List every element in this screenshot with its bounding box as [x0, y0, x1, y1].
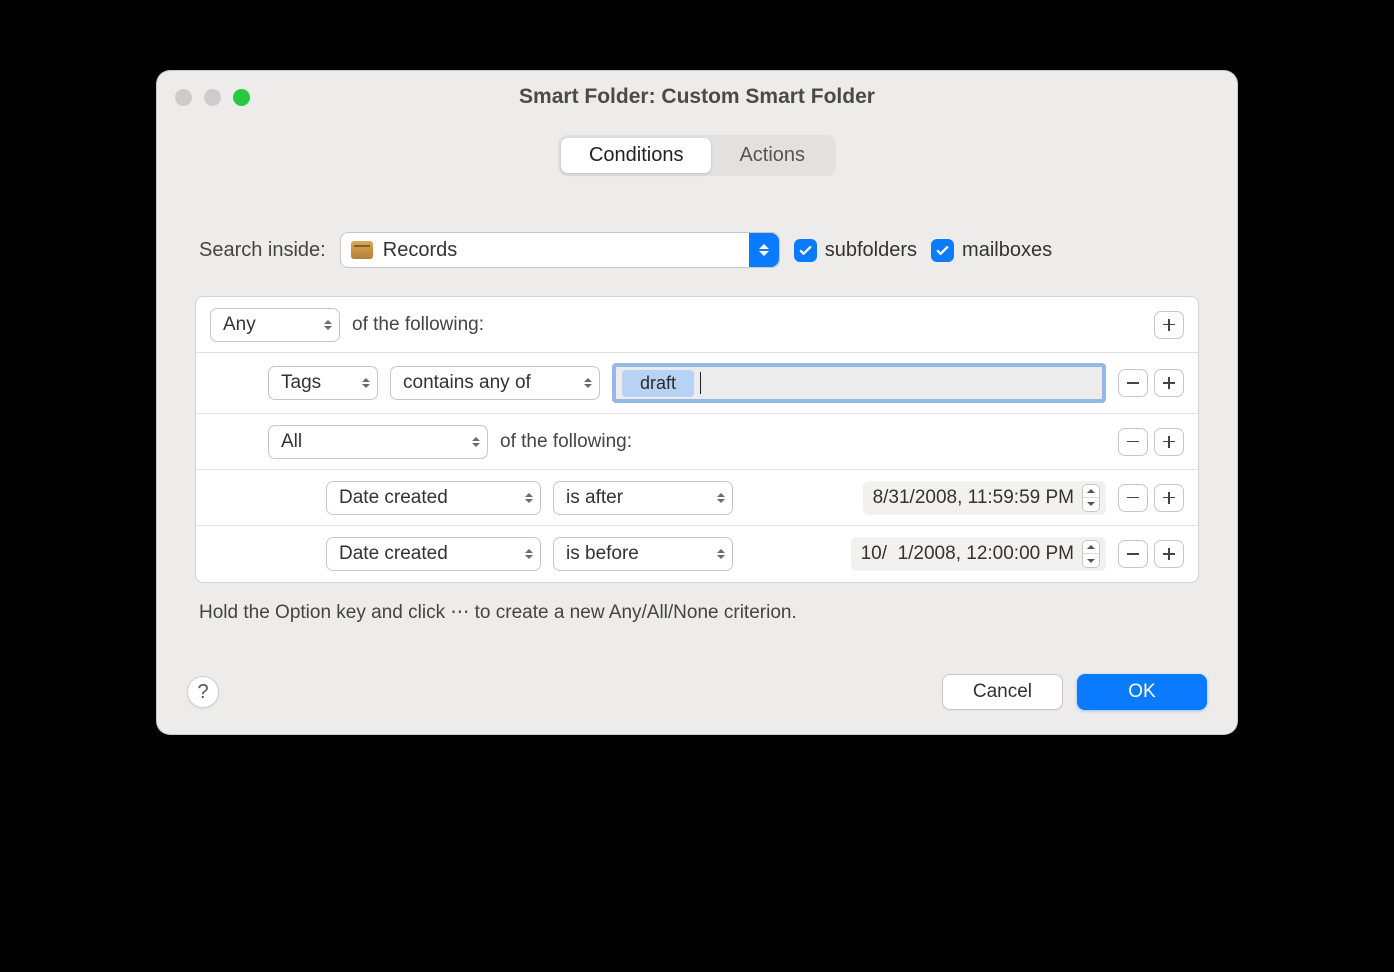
subfolders-label: subfolders: [825, 239, 917, 262]
ok-button[interactable]: OK: [1077, 674, 1207, 710]
rule-operator-popup[interactable]: is before: [553, 537, 733, 571]
date-stepper[interactable]: [1082, 540, 1100, 568]
chevron-updown-icon: [472, 437, 480, 447]
tags-token-field[interactable]: draft: [612, 363, 1106, 403]
stepper-up-icon: [1087, 489, 1095, 493]
date-stepper[interactable]: [1082, 484, 1100, 512]
chevron-updown-icon: [362, 378, 370, 388]
checkmark-icon: [798, 243, 813, 258]
tab-conditions[interactable]: Conditions: [561, 138, 712, 173]
rule-field-popup[interactable]: Tags: [268, 366, 378, 400]
chevron-updown-icon: [525, 493, 533, 503]
conditions-panel: Search inside: Records subfolders: [185, 204, 1209, 638]
remove-rule-button[interactable]: [1118, 484, 1148, 512]
subfolders-checkbox[interactable]: [794, 239, 817, 262]
search-inside-row: Search inside: Records subfolders: [195, 232, 1199, 296]
add-rule-button[interactable]: [1154, 484, 1184, 512]
stepper-down-icon: [1087, 502, 1095, 506]
rule-operator-popup[interactable]: is after: [553, 481, 733, 515]
folder-icon: [351, 241, 373, 259]
match-suffix-label: of the following:: [352, 314, 484, 336]
minimize-window-button[interactable]: [204, 89, 221, 106]
remove-rule-button[interactable]: [1118, 428, 1148, 456]
chevron-updown-icon: [717, 493, 725, 503]
mailboxes-checkbox[interactable]: [931, 239, 954, 262]
chevron-updown-icon: [525, 549, 533, 559]
rule-group-all: All of the following:: [196, 414, 1198, 470]
tab-segmented-control: Conditions Actions: [558, 135, 836, 176]
hint-text: Hold the Option key and click ⋯ to creat…: [195, 583, 1199, 628]
window-controls: [175, 89, 250, 106]
close-window-button[interactable]: [175, 89, 192, 106]
date-field[interactable]: 8/31/2008, 11:59:59 PM: [863, 481, 1106, 515]
add-rule-button[interactable]: [1154, 311, 1184, 339]
cancel-button[interactable]: Cancel: [942, 674, 1063, 710]
stepper-down-icon: [1087, 559, 1095, 563]
add-rule-button[interactable]: [1154, 369, 1184, 397]
titlebar: Smart Folder: Custom Smart Folder: [157, 71, 1237, 123]
body: Conditions Actions Search inside: Record…: [157, 123, 1237, 662]
combo-arrow-icon[interactable]: [749, 233, 779, 267]
search-folder-value: Records: [383, 239, 457, 262]
match-mode-popup[interactable]: Any: [210, 308, 340, 342]
remove-rule-button[interactable]: [1118, 369, 1148, 397]
checkmark-icon: [935, 243, 950, 258]
help-button[interactable]: ?: [187, 676, 219, 708]
date-value: 10/ 1/2008, 12:00:00 PM: [861, 543, 1074, 565]
search-folder-combo[interactable]: Records: [340, 232, 780, 268]
mailboxes-label: mailboxes: [962, 239, 1052, 262]
rule-field-popup[interactable]: Date created: [326, 537, 541, 571]
rule-tags: Tags contains any of draft: [196, 353, 1198, 414]
date-field[interactable]: 10/ 1/2008, 12:00:00 PM: [851, 537, 1106, 571]
add-rule-button[interactable]: [1154, 428, 1184, 456]
chevron-updown-icon: [324, 320, 332, 330]
text-cursor: [700, 372, 701, 394]
add-rule-button[interactable]: [1154, 540, 1184, 568]
chevron-updown-icon: [717, 549, 725, 559]
rule-field-popup[interactable]: Date created: [326, 481, 541, 515]
rules-list: Any of the following: Tags cont: [195, 296, 1199, 583]
footer: ? Cancel OK: [157, 662, 1237, 734]
rule-date-after: Date created is after 8/31/2008, 11:59:5…: [196, 470, 1198, 526]
window-title: Smart Folder: Custom Smart Folder: [519, 85, 875, 109]
search-inside-label: Search inside:: [199, 239, 326, 262]
rule-date-before: Date created is before 10/ 1/2008, 12:00…: [196, 526, 1198, 582]
tag-token[interactable]: draft: [622, 370, 694, 397]
zoom-window-button[interactable]: [233, 89, 250, 106]
match-mode-popup[interactable]: All: [268, 425, 488, 459]
rule-operator-popup[interactable]: contains any of: [390, 366, 600, 400]
stepper-up-icon: [1087, 545, 1095, 549]
smart-folder-window: Smart Folder: Custom Smart Folder Condit…: [156, 70, 1238, 735]
match-suffix-label: of the following:: [500, 431, 632, 453]
chevron-updown-icon: [584, 378, 592, 388]
rule-group-any: Any of the following:: [196, 297, 1198, 353]
remove-rule-button[interactable]: [1118, 540, 1148, 568]
date-value: 8/31/2008, 11:59:59 PM: [873, 487, 1074, 509]
tab-actions[interactable]: Actions: [711, 138, 833, 173]
